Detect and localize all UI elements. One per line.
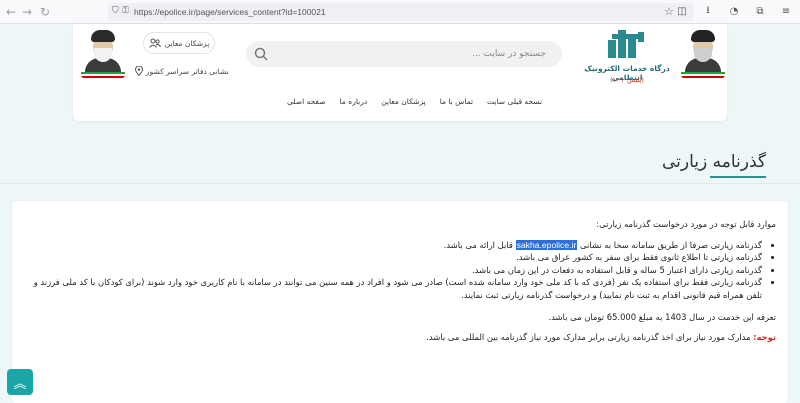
intro-text: موارد قابل توجه در مورد درخواست گذرنامه … [596,219,776,229]
users-icon [148,38,161,48]
nav-contact[interactable]: تماس با ما [440,97,473,106]
note-text: مدارک مورد نیاز برای اخذ گذرنامه زیارتی … [426,332,754,343]
content-body: موارد قابل توجه در مورد درخواست گذرنامه … [24,218,776,344]
rules-list: گذرنامه زیارتی صرفا از طریق سامانه سخا ب… [24,239,776,302]
forward-arrow-icon[interactable]: → [18,3,36,21]
pocket-icon[interactable]: ◫ [674,3,690,19]
offices-link[interactable]: نشانی دفاتر سراسر کشور [135,66,229,76]
address-bar[interactable]: ⛉ ⚿ https://epolice.ir/page/services_con… [108,3,694,21]
doctors-button[interactable]: پزشکان معاین [143,32,215,54]
note-paragraph: توجه: مدارک مورد نیاز برای اخذ گذرنامه ز… [24,331,776,344]
section-divider [0,183,800,184]
search-box [246,41,562,67]
shield-icon: ⛉ [112,6,119,16]
rule1-text-after: قابل ارائه می باشد. [443,239,513,250]
site-logo[interactable]: درگاه خدمات الکترونیک انتظامی (پلیس +۱۰) [582,26,672,90]
lock-icon: ⚿ [122,6,129,16]
police-logo-icon [608,30,644,58]
double-chevron-up-icon: ︽ [13,376,27,392]
nav-about[interactable]: درباره ما [340,97,368,106]
nav-home[interactable]: صفحه اصلی [287,97,326,106]
menu-icon[interactable]: ≡ [778,3,794,19]
rule-item: گذرنامه زیارتی صرفا از طریق سامانه سخا ب… [24,239,762,252]
nav-old-site[interactable]: نسخه قبلی سایت [487,97,542,106]
doctors-button-label: پزشکان معاین [164,38,210,48]
browser-toolbar: ← → ↻ ⛉ ⚿ https://epolice.ir/page/servic… [0,0,800,24]
main-nav: صفحه اصلی درباره ما پزشکان معاین تماس با… [287,97,542,106]
nav-doctors[interactable]: پزشکان معاین [381,97,426,106]
rule1-text-before: گذرنامه زیارتی صرفا از طریق سامانه سخا ب… [579,239,762,250]
location-pin-icon [135,66,143,76]
sakha-link[interactable]: sakha.epolice.ir [515,239,578,250]
url-text: https://epolice.ir/page/services_content… [134,7,326,17]
fee-text: تعرفه این خدمت در سال 1403 به مبلغ 65.00… [548,311,776,322]
download-icon[interactable]: ⭳ [700,3,716,19]
logo-subtitle: (پلیس +۱۰) [610,76,644,84]
content-card: موارد قابل توجه در مورد درخواست گذرنامه … [12,201,788,403]
search-icon[interactable] [254,47,268,61]
note-label: توجه: [753,332,776,343]
site-header: درگاه خدمات الکترونیک انتظامی (پلیس +۱۰)… [73,24,727,121]
rule-item: گذرنامه زیارتی فقط برای استفاده یک نفر (… [24,276,762,301]
rule-item: گذرنامه زیارتی دارای اعتبار 5 ساله و قاب… [24,264,762,277]
title-underline [710,176,766,178]
page-title: گذرنامه زیارتی [662,152,766,172]
scroll-to-top-button[interactable]: ︽ [7,369,33,395]
account-icon[interactable]: ◔ [726,3,742,19]
leader-portrait-right [681,28,725,78]
reload-icon[interactable]: ↻ [36,3,54,21]
offices-link-label: نشانی دفاتر سراسر کشور [146,66,229,76]
toolbar-right-icons: ◫ ⭳ ◔ ⧉ ≡ [674,3,794,19]
leader-portrait-left [81,28,125,78]
search-input[interactable] [272,42,552,66]
bookmark-star-icon[interactable]: ☆ [664,5,674,18]
rule-item: گذرنامه زیارتی تا اطلاع ثانوی فقط برای س… [24,251,762,264]
extensions-icon[interactable]: ⧉ [752,3,768,19]
